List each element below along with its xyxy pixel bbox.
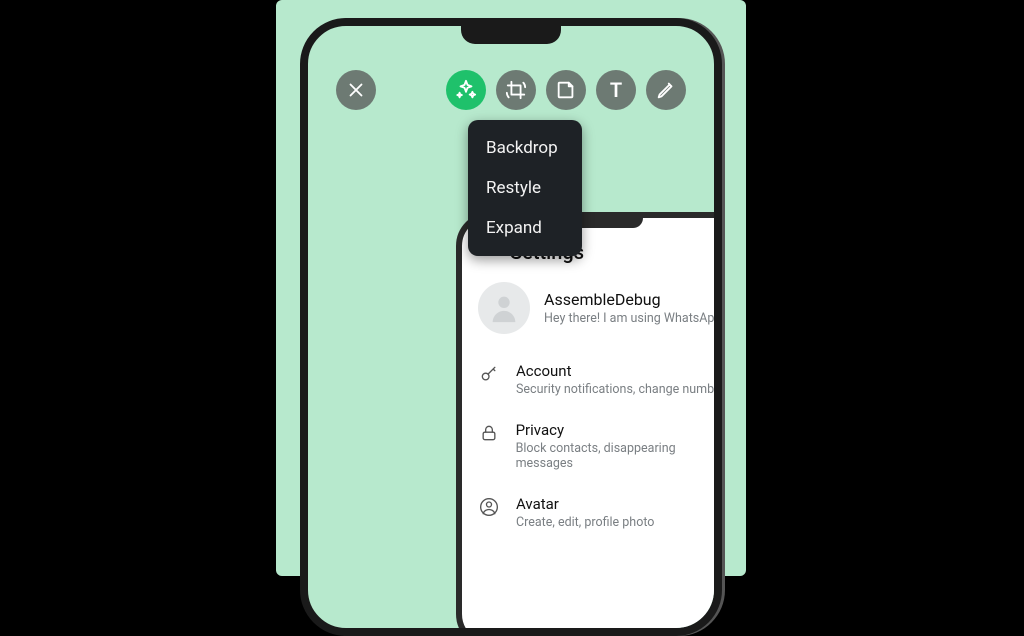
sticker-button[interactable] xyxy=(546,70,586,110)
ai-menu: Backdrop Restyle Expand xyxy=(468,120,582,256)
menu-item-expand[interactable]: Expand xyxy=(468,208,582,248)
key-icon xyxy=(478,362,500,384)
text-button[interactable]: T xyxy=(596,70,636,110)
ai-sparkle-button[interactable] xyxy=(446,70,486,110)
profile-status: Hey there! I am using WhatsApp. xyxy=(544,311,722,326)
mockup-stage: T Backdrop Restyle Expand Settings xyxy=(276,0,746,576)
sparkle-icon xyxy=(455,79,477,101)
pencil-icon xyxy=(655,79,677,101)
settings-row-account[interactable]: Account Security notifications, change n… xyxy=(462,350,722,409)
linked-devices-button[interactable] xyxy=(714,240,722,264)
avatar xyxy=(478,282,530,334)
close-button[interactable] xyxy=(336,70,376,110)
menu-item-restyle[interactable]: Restyle xyxy=(468,168,582,208)
draw-button[interactable] xyxy=(646,70,686,110)
phone-frame: T Backdrop Restyle Expand Settings xyxy=(300,18,722,636)
row-subtitle: Block contacts, disappearing messages xyxy=(516,441,722,471)
row-title: Privacy xyxy=(516,421,722,439)
row-title: Account xyxy=(516,362,722,380)
edited-image[interactable]: Settings AssembleDebug Hey there! I am u… xyxy=(456,212,722,636)
avatar-icon xyxy=(478,495,500,517)
editor-toolbar: T xyxy=(336,70,686,110)
row-subtitle: Security notifications, change number xyxy=(516,382,722,397)
close-icon xyxy=(345,79,367,101)
text-icon: T xyxy=(610,78,622,102)
sticker-icon xyxy=(555,79,577,101)
settings-row-avatar[interactable]: Avatar Create, edit, profile photo xyxy=(462,483,722,542)
menu-item-backdrop[interactable]: Backdrop xyxy=(468,128,582,168)
profile-name: AssembleDebug xyxy=(544,290,722,309)
crop-rotate-button[interactable] xyxy=(496,70,536,110)
row-title: Avatar xyxy=(516,495,654,513)
crop-rotate-icon xyxy=(505,79,527,101)
broadcast-icon xyxy=(714,240,722,260)
person-icon xyxy=(487,291,521,325)
phone-notch xyxy=(461,24,561,44)
row-subtitle: Create, edit, profile photo xyxy=(516,515,654,530)
profile-row[interactable]: AssembleDebug Hey there! I am using What… xyxy=(462,268,722,350)
lock-icon xyxy=(478,421,500,443)
settings-row-privacy[interactable]: Privacy Block contacts, disappearing mes… xyxy=(462,409,722,483)
